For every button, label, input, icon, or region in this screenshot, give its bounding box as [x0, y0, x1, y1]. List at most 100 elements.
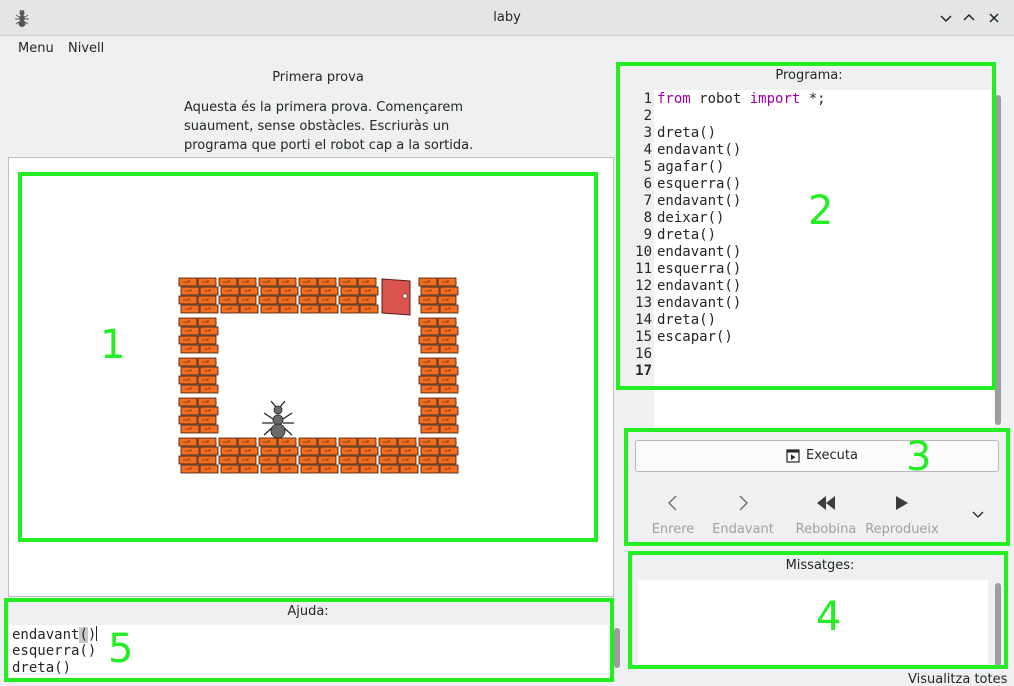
line-number: 11: [635, 261, 652, 277]
line-number: 4: [643, 142, 652, 158]
help-area: endavant() esquerra() dreta(): [8, 625, 608, 679]
wall-tile: [178, 317, 219, 354]
wall-tile: [418, 277, 459, 314]
line-number: 9: [643, 227, 652, 243]
back-button[interactable]: Enrere: [633, 488, 713, 540]
line-number: 10: [635, 244, 652, 260]
run-button-label: Executa: [806, 448, 858, 463]
code-text: dreta(): [657, 125, 717, 141]
code-text: esquerra(): [657, 176, 742, 192]
help-line: dreta(): [12, 660, 72, 676]
level-description-line: Aquesta és la primera prova. Començarem: [184, 100, 464, 115]
minimize-button[interactable]: [937, 9, 955, 27]
code-line: 14 dreta(): [626, 312, 992, 329]
chevron-left-icon: [668, 495, 677, 511]
code-editor-extra-space[interactable]: [654, 385, 994, 427]
line-number: 1: [643, 91, 652, 107]
code-line: 4 endavant(): [626, 142, 992, 159]
code-line: 12 endavant(): [626, 278, 992, 295]
chevron-down-icon: [972, 511, 984, 518]
messages-label: Missatges:: [785, 558, 855, 573]
rewind-label: Rebobina: [795, 522, 857, 537]
help-line: esquerra(): [12, 643, 97, 659]
help-line: endavant(): [12, 626, 98, 643]
wall-tile: [258, 437, 299, 474]
wall-tile: [378, 437, 419, 474]
menu-item-menu[interactable]: Menu: [18, 41, 54, 56]
messages-scrollbar[interactable]: [995, 583, 1001, 667]
level-description-line: suaument, sense obstàcles. Escriuràs un: [184, 119, 450, 134]
wall-tile: [418, 437, 459, 474]
line-number: 5: [643, 159, 652, 175]
menu-item-nivell[interactable]: Nivell: [68, 41, 104, 56]
rewind-icon: [817, 496, 835, 510]
wall-tile: [178, 357, 219, 394]
code-line: 3 dreta(): [626, 125, 992, 142]
wall-tile: [218, 277, 259, 314]
rewind-button[interactable]: Rebobina: [786, 488, 866, 540]
wall-tile: [418, 317, 459, 354]
line-number: 17: [635, 363, 652, 379]
code-line: 9 dreta(): [626, 227, 992, 244]
text-caret: [96, 626, 98, 641]
wall-tile: [418, 397, 459, 434]
code-line: 10 endavant(): [626, 244, 992, 261]
code-line: 17: [626, 363, 992, 380]
window-titlebar: laby: [0, 0, 1014, 36]
line-number: 16: [635, 346, 652, 362]
wall-tile: [338, 437, 379, 474]
menu-bar: Menu Nivell: [0, 36, 1014, 62]
forward-label: Endavant: [712, 522, 774, 537]
close-icon: [989, 13, 999, 23]
play-button[interactable]: Reprodueix: [862, 488, 942, 540]
code-text: endavant(): [657, 278, 742, 294]
exit-door: [381, 278, 411, 316]
code-editor[interactable]: 1 from robot import *; 2 3 dreta() 4 endavant(…: [626, 90, 992, 384]
code-line: 2: [626, 108, 992, 125]
more-options-button[interactable]: [968, 504, 988, 524]
close-button[interactable]: [985, 9, 1003, 27]
back-label: Enrere: [651, 522, 695, 537]
code-line: 1 from robot import *;: [626, 91, 992, 108]
code-text: endavant(): [657, 193, 742, 209]
wall-tile: [298, 437, 339, 474]
wall-tile: [298, 277, 339, 314]
code-line: 15 escapar(): [626, 329, 992, 346]
help-label: Ajuda:: [287, 604, 329, 619]
line-number: 12: [635, 278, 652, 294]
maze-board: [158, 257, 478, 497]
code-text: agafar(): [657, 159, 725, 175]
play-label: Reprodueix: [865, 522, 939, 537]
wall-tile: [338, 277, 379, 314]
line-number: 6: [643, 176, 652, 192]
line-number: 14: [635, 312, 652, 328]
wall-tile: [418, 357, 459, 394]
code-line: 6 esquerra(): [626, 176, 992, 193]
code-text: dreta(): [657, 312, 717, 328]
run-button[interactable]: Executa: [635, 440, 999, 472]
line-number: 3: [643, 125, 652, 141]
forward-button[interactable]: Endavant: [703, 488, 783, 540]
level-description-line: programa que porti el robot cap a la sor…: [184, 138, 474, 153]
maximize-button[interactable]: [960, 9, 978, 27]
robot-ant: [262, 400, 294, 439]
code-text: dreta(): [657, 227, 717, 243]
help-line-text: endavant(): [12, 627, 97, 643]
code-text: deixar(): [657, 210, 725, 226]
wall-tile: [178, 437, 219, 474]
code-text: from robot import *;: [657, 91, 826, 107]
program-label: Programa:: [775, 68, 843, 83]
code-text: endavant(): [657, 142, 742, 158]
wall-tile: [178, 397, 219, 434]
program-scrollbar[interactable]: [995, 95, 1001, 425]
code-line: 8 deixar(): [626, 210, 992, 227]
code-line: 7 endavant(): [626, 193, 992, 210]
help-scrollbar[interactable]: [614, 628, 620, 668]
wall-tile: [178, 277, 219, 314]
level-title: Primera prova: [272, 70, 364, 85]
wall-tile: [258, 277, 299, 314]
footer-partial-text: Visualitza totes: [908, 672, 1008, 686]
window-title: laby: [493, 10, 521, 25]
chevron-right-icon: [739, 495, 748, 511]
level-description: Aquesta és la primera prova. Començarem …: [184, 98, 484, 155]
